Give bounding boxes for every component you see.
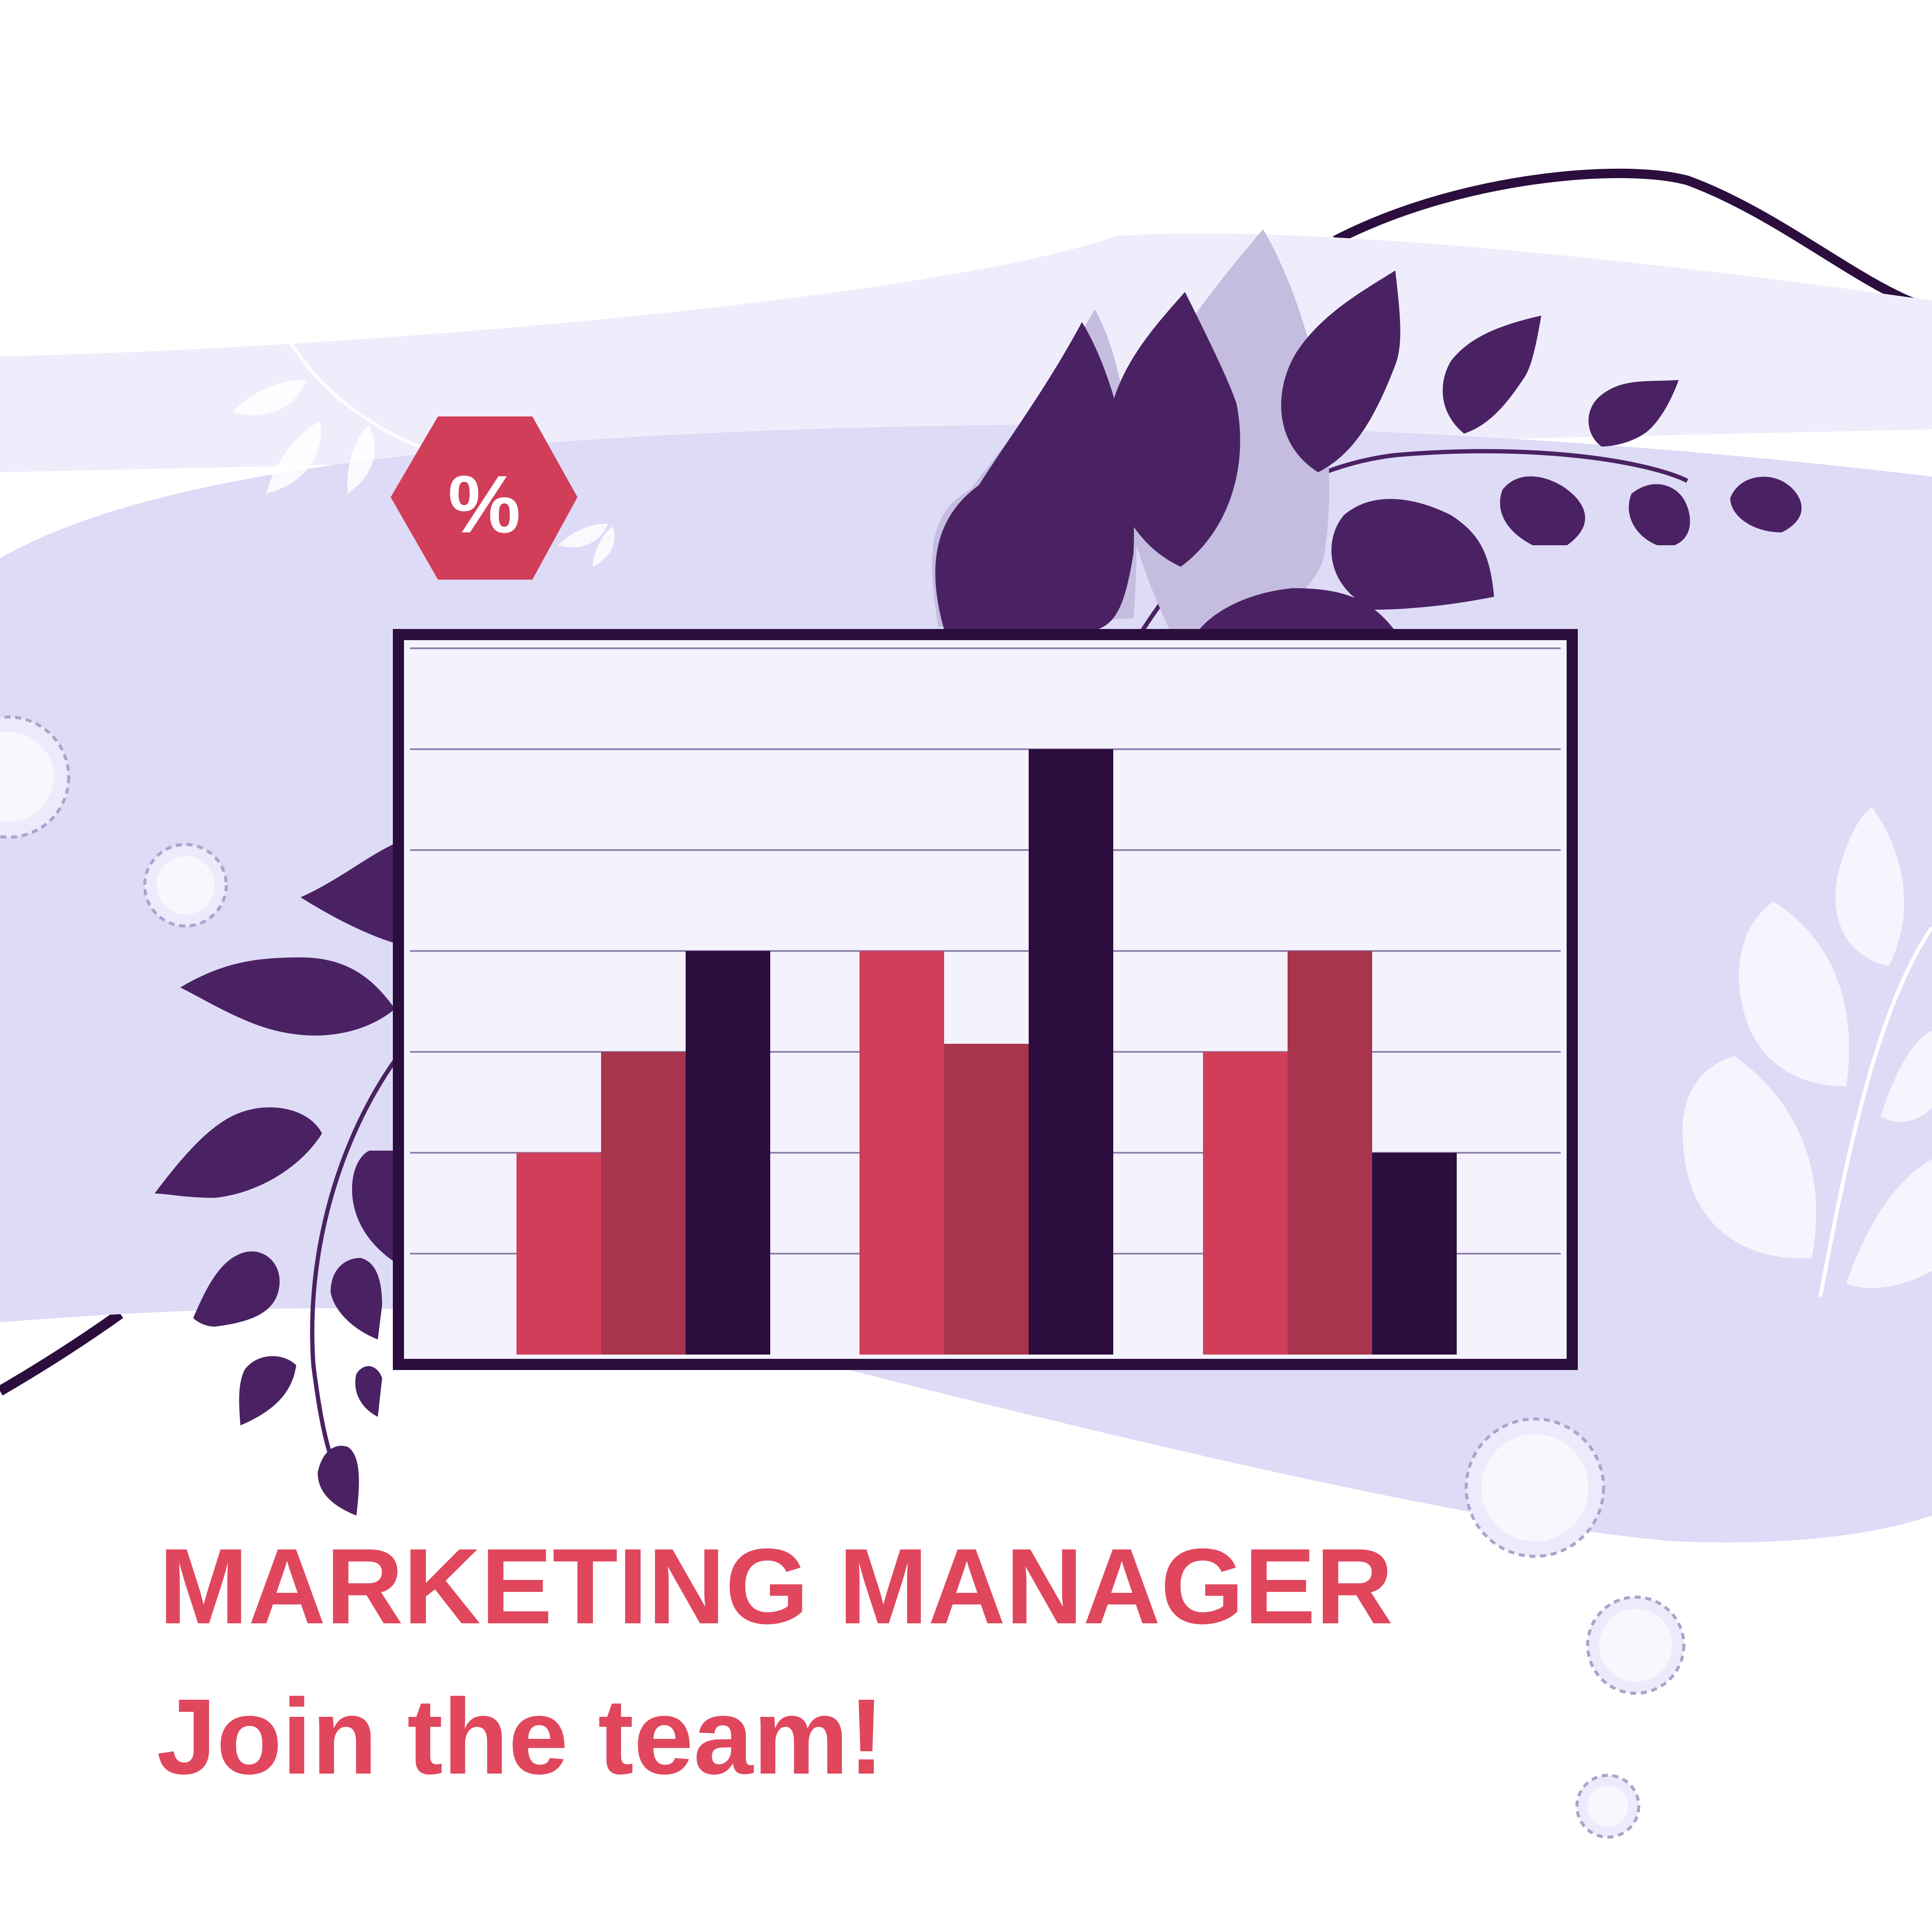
job-title: MARKETING MANAGER <box>159 1526 1393 1646</box>
chart-bar <box>601 1052 686 1355</box>
chart-bar <box>1029 749 1113 1355</box>
chart-bar <box>1203 1052 1288 1355</box>
chart-bar <box>1288 951 1372 1355</box>
chart-bar <box>944 1044 1029 1355</box>
bar-chart-panel <box>393 629 1578 1370</box>
call-to-action: Join the team! <box>157 1677 884 1796</box>
chart-bar <box>516 1153 601 1355</box>
chart-bar <box>860 951 944 1355</box>
percent-symbol: % <box>448 459 521 550</box>
chart-bar <box>1372 1153 1457 1355</box>
chart-bar <box>686 951 770 1355</box>
